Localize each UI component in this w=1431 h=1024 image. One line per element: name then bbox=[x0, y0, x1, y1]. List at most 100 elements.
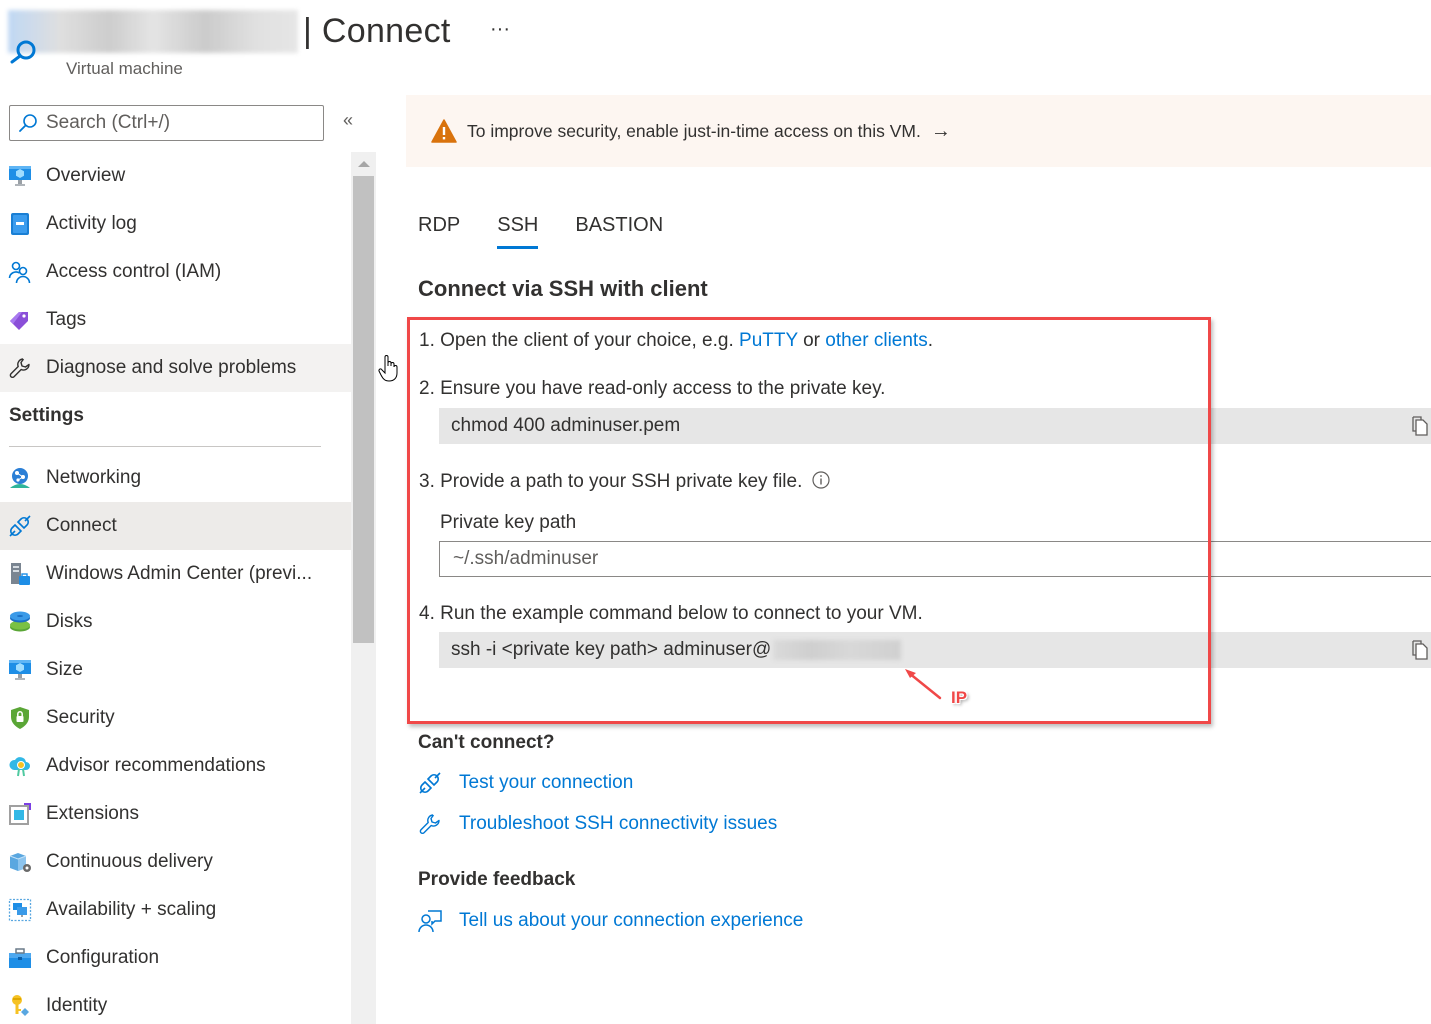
vm-resource-icon bbox=[10, 40, 36, 64]
sidebar-item-label: Advisor recommendations bbox=[46, 755, 266, 776]
activity-log-icon bbox=[11, 213, 29, 235]
advisor-icon bbox=[9, 757, 30, 777]
jit-access-banner[interactable]: To improve security, enable just-in-time… bbox=[406, 95, 1431, 167]
vm-monitor-icon bbox=[9, 166, 31, 186]
step-text: . bbox=[927, 330, 933, 351]
sidebar-item-label: Configuration bbox=[46, 947, 160, 968]
sidebar-item-size[interactable]: Size bbox=[0, 646, 351, 694]
section-heading: Settings bbox=[9, 405, 84, 426]
putty-link[interactable]: PuTTY bbox=[739, 330, 798, 351]
feedback-link[interactable]: Tell us about your connection experience bbox=[418, 909, 803, 933]
extensions-icon bbox=[9, 803, 31, 825]
tab-bastion[interactable]: BASTION bbox=[575, 214, 663, 249]
configuration-icon bbox=[9, 948, 31, 968]
sidebar-item-extensions[interactable]: Extensions bbox=[0, 790, 351, 838]
warning-icon bbox=[431, 119, 457, 143]
copy-icon[interactable] bbox=[1411, 640, 1429, 660]
sidebar-item-label: Identity bbox=[46, 995, 108, 1016]
section-divider bbox=[9, 446, 321, 447]
caret-up-icon bbox=[357, 161, 370, 167]
section-heading: Connect via SSH with client bbox=[418, 276, 708, 301]
tag-icon bbox=[10, 312, 28, 330]
sidebar-item-identity[interactable]: Identity bbox=[0, 982, 351, 1024]
page-subtitle: Virtual machine bbox=[66, 59, 183, 78]
sidebar-item-label: Windows Admin Center (previ... bbox=[46, 563, 313, 584]
plug-icon bbox=[9, 515, 31, 537]
sidebar-item-tags[interactable]: Tags bbox=[0, 296, 351, 344]
resource-name-redacted bbox=[8, 10, 298, 53]
connection-tabs: RDP SSH BASTION bbox=[418, 214, 700, 249]
sidebar-item-availability-scaling[interactable]: Availability + scaling bbox=[0, 886, 351, 934]
sidebar-item-connect[interactable]: Connect bbox=[0, 502, 351, 550]
search-input[interactable] bbox=[46, 112, 316, 134]
sidebar-scrollbar[interactable] bbox=[351, 152, 376, 1024]
step-text: 3. Provide a path to your SSH private ke… bbox=[419, 471, 803, 492]
sidebar-nav: Overview Activity log Access control (IA… bbox=[0, 152, 351, 1024]
sidebar-item-label: Tags bbox=[46, 309, 87, 330]
sidebar-item-disks[interactable]: Disks bbox=[0, 598, 351, 646]
identity-key-icon bbox=[12, 995, 29, 1016]
wrench-icon bbox=[9, 358, 30, 378]
scroll-up-button[interactable] bbox=[351, 152, 376, 176]
sidebar-item-label: Continuous delivery bbox=[46, 851, 213, 872]
sidebar-item-networking[interactable]: Networking bbox=[0, 454, 351, 502]
search-icon bbox=[19, 114, 37, 132]
more-options-button[interactable]: ··· bbox=[490, 18, 510, 41]
other-clients-link[interactable]: other clients bbox=[825, 330, 927, 351]
wrench-icon bbox=[419, 814, 440, 834]
info-icon[interactable] bbox=[812, 471, 830, 489]
scrollbar-thumb[interactable] bbox=[353, 176, 374, 643]
hand-cursor-icon bbox=[378, 355, 398, 382]
tab-rdp[interactable]: RDP bbox=[418, 214, 460, 249]
private-key-path-input[interactable] bbox=[439, 541, 1431, 577]
step-4: 4. Run the example command below to conn… bbox=[419, 603, 923, 624]
step-text: or bbox=[797, 330, 826, 351]
troubleshoot-ssh-link[interactable]: Troubleshoot SSH connectivity issues bbox=[418, 812, 777, 836]
sidebar-search[interactable] bbox=[9, 105, 324, 141]
step-3: 3. Provide a path to your SSH private ke… bbox=[419, 471, 830, 493]
step-2: 2. Ensure you have read-only access to t… bbox=[419, 378, 886, 399]
sidebar-item-access-control[interactable]: Access control (IAM) bbox=[0, 248, 351, 296]
sidebar-item-label: Disks bbox=[46, 611, 93, 632]
link-label: Tell us about your connection experience bbox=[459, 910, 804, 931]
annotation-arrow-icon bbox=[905, 669, 942, 700]
continuous-delivery-icon bbox=[9, 853, 31, 872]
link-label: Test your connection bbox=[459, 772, 634, 793]
sidebar-item-advisor[interactable]: Advisor recommendations bbox=[0, 742, 351, 790]
sidebar-item-security[interactable]: Security bbox=[0, 694, 351, 742]
sidebar-item-label: Availability + scaling bbox=[46, 899, 217, 920]
annotation-label: IP bbox=[951, 688, 968, 707]
size-monitor-icon bbox=[9, 660, 31, 680]
copy-icon[interactable] bbox=[1411, 416, 1429, 436]
chmod-command: chmod 400 adminuser.pem bbox=[451, 415, 681, 436]
sidebar-item-label: Connect bbox=[46, 515, 117, 536]
step-1: 1. Open the client of your choice, e.g. … bbox=[419, 330, 933, 352]
collapse-sidebar-button[interactable]: « bbox=[343, 110, 353, 131]
chmod-command-box: chmod 400 adminuser.pem bbox=[439, 408, 1431, 444]
sidebar-item-overview[interactable]: Overview bbox=[0, 152, 351, 200]
feedback-heading: Provide feedback bbox=[418, 869, 576, 890]
sidebar-item-label: Networking bbox=[46, 467, 142, 488]
private-key-path-label: Private key path bbox=[440, 512, 577, 533]
admin-center-icon bbox=[11, 563, 30, 585]
test-connection-link[interactable]: Test your connection bbox=[418, 771, 633, 795]
sidebar-item-label: Overview bbox=[46, 165, 126, 186]
feedback-icon bbox=[418, 910, 442, 933]
sidebar-item-diagnose[interactable]: Diagnose and solve problems bbox=[0, 344, 351, 392]
sidebar-item-windows-admin-center[interactable]: Windows Admin Center (previ... bbox=[0, 550, 351, 598]
cant-connect-heading: Can't connect? bbox=[418, 732, 555, 753]
sidebar-item-configuration[interactable]: Configuration bbox=[0, 934, 351, 982]
arrow-right-icon: → bbox=[930, 119, 951, 142]
availability-icon bbox=[8, 898, 32, 922]
page-title: | Connect bbox=[303, 12, 451, 50]
ip-address-redacted bbox=[773, 640, 902, 660]
sidebar-item-label: Security bbox=[46, 707, 115, 728]
access-control-icon bbox=[8, 261, 31, 284]
sidebar-item-continuous-delivery[interactable]: Continuous delivery bbox=[0, 838, 351, 886]
sidebar-item-label: Size bbox=[46, 659, 83, 680]
sidebar-item-activity-log[interactable]: Activity log bbox=[0, 200, 351, 248]
plug-icon bbox=[419, 772, 441, 794]
sidebar-item-label: Activity log bbox=[46, 213, 137, 234]
tab-ssh[interactable]: SSH bbox=[497, 214, 539, 249]
networking-icon bbox=[10, 468, 30, 488]
